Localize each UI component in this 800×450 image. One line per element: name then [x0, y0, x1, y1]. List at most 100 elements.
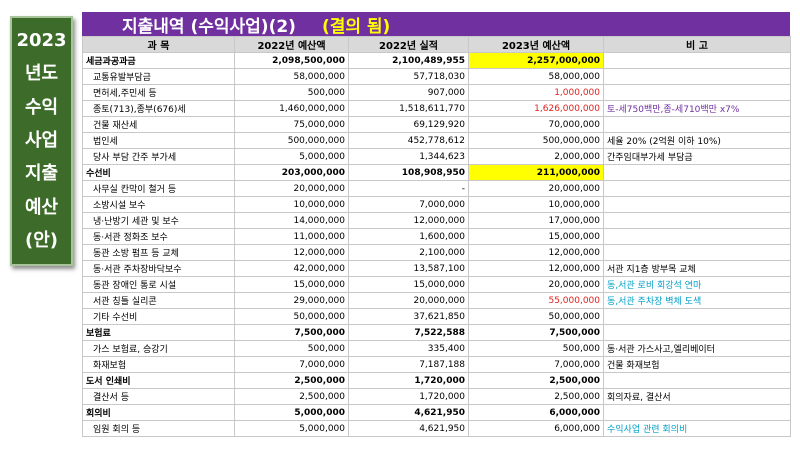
table-row: 동관 장애인 통로 시설 15,000,000 15,000,000 20,000,0…: [82, 276, 791, 293]
cell-account: 회의비: [82, 404, 235, 421]
table-row: 동·서관 정화조 보수 11,000,000 1,600,000 15,000,000: [82, 228, 791, 245]
cell-remarks: 간주임대부가세 부담금: [603, 148, 791, 165]
cell-budget-2022: 42,000,000: [234, 260, 349, 277]
cell-budget-2023: 17,000,000: [468, 212, 604, 229]
cell-actual-2022: 4,621,950: [348, 420, 469, 437]
cell-budget-2023: 15,000,000: [468, 228, 604, 245]
cell-budget-2023: 500,000: [468, 340, 604, 357]
table-row: 냉·난방기 세관 및 보수 14,000,000 12,000,000 17,000,…: [82, 212, 791, 229]
cell-budget-2023: 50,000,000: [468, 308, 604, 325]
cell-remarks: [603, 372, 791, 389]
column-header-actual-2022: 2022년 실적: [348, 36, 469, 53]
cell-budget-2022: 29,000,000: [234, 292, 349, 309]
cell-remarks: 동,서관 로비 회강석 연마: [603, 276, 791, 293]
table-row: 면허세,주민세 등 500,000 907,000 1,000,000: [82, 84, 791, 101]
table-row: 당사 부담 간주 부가세 5,000,000 1,344,623 2,000,000 간…: [82, 148, 791, 165]
cell-actual-2022: 335,400: [348, 340, 469, 357]
cell-remarks: [603, 324, 791, 341]
cell-budget-2023: 12,000,000: [468, 244, 604, 261]
table-row: 동·서관 주차장바닥보수 42,000,000 13,587,100 12,000,0…: [82, 260, 791, 277]
table-row: 가스 보험료, 승강기 500,000 335,400 500,000 동·서관 가스사…: [82, 340, 791, 357]
cell-account: 종토(713),종부(676)세: [82, 100, 235, 117]
cell-budget-2023: 20,000,000: [468, 276, 604, 293]
cell-budget-2023: 20,000,000: [468, 180, 604, 197]
cell-remarks: 회의자료, 결산서: [603, 388, 791, 405]
cell-account: 보험료: [82, 324, 235, 341]
cell-account: 냉·난방기 세관 및 보수: [82, 212, 235, 229]
approval-status: (결의 됨): [321, 16, 391, 37]
cell-budget-2022: 5,000,000: [234, 404, 349, 421]
cell-account: 법인세: [82, 132, 235, 149]
cell-budget-2023: 2,257,000,000: [468, 52, 604, 69]
cell-budget-2022: 11,000,000: [234, 228, 349, 245]
cell-budget-2023: 7,500,000: [468, 324, 604, 341]
side-title-line: 년도: [24, 63, 59, 85]
cell-account: 교통유발부담금: [82, 68, 235, 85]
cell-remarks: [603, 308, 791, 325]
page-title: 지출내역 (수익사업)(2): [122, 16, 296, 37]
side-title-line: 지출: [24, 163, 59, 185]
cell-budget-2022: 1,460,000,000: [234, 100, 349, 117]
cell-budget-2023: 70,000,000: [468, 116, 604, 133]
cell-budget-2023: 2,500,000: [468, 372, 604, 389]
cell-budget-2023: 2,000,000: [468, 148, 604, 165]
cell-actual-2022: 57,718,030: [348, 68, 469, 85]
side-title-line: (안): [24, 230, 58, 252]
table-row: 기타 수선비 50,000,000 37,621,850 50,000,000: [82, 308, 791, 325]
cell-budget-2022: 20,000,000: [234, 180, 349, 197]
cell-account: 소방시설 보수: [82, 196, 235, 213]
cell-remarks: [603, 196, 791, 213]
table-row-category: 보험료 7,500,000 7,522,588 7,500,000: [82, 324, 791, 341]
cell-budget-2023: 12,000,000: [468, 260, 604, 277]
table-row-category: 세금과공과금 2,098,500,000 2,100,489,955 2,257,00…: [82, 52, 791, 69]
cell-actual-2022: -: [348, 180, 469, 197]
cell-actual-2022: 20,000,000: [348, 292, 469, 309]
cell-account: 건물 재산세: [82, 116, 235, 133]
table-row: 임원 회의 등 5,000,000 4,621,950 6,000,000 수익사업 관…: [82, 420, 791, 437]
cell-remarks: 건물 화재보험: [603, 356, 791, 373]
cell-budget-2022: 14,000,000: [234, 212, 349, 229]
cell-remarks: [603, 164, 791, 181]
cell-account: 동관 장애인 통로 시설: [82, 276, 235, 293]
title-bar: 지출내역 (수익사업)(2) (결의 됨): [82, 12, 790, 37]
cell-remarks: 동·서관 가스사고,엘리베이터: [603, 340, 791, 357]
table-row: 건물 재산세 75,000,000 69,129,920 70,000,000: [82, 116, 791, 133]
table-row: 교통유발부담금 58,000,000 57,718,030 58,000,000: [82, 68, 791, 85]
table-row-category: 회의비 5,000,000 4,621,950 6,000,000: [82, 404, 791, 421]
cell-budget-2022: 15,000,000: [234, 276, 349, 293]
cell-budget-2022: 2,500,000: [234, 372, 349, 389]
cell-remarks: [603, 84, 791, 101]
table-row: 소방시설 보수 10,000,000 7,000,000 10,000,000: [82, 196, 791, 213]
cell-budget-2022: 2,500,000: [234, 388, 349, 405]
cell-budget-2023: 211,000,000: [468, 164, 604, 181]
cell-actual-2022: 452,778,612: [348, 132, 469, 149]
cell-account: 당사 부담 간주 부가세: [82, 148, 235, 165]
cell-remarks: 수익사업 관련 회의비: [603, 420, 791, 437]
cell-actual-2022: 1,518,611,770: [348, 100, 469, 117]
side-title-line: 2023: [16, 29, 67, 51]
side-title-line: 예산: [24, 196, 59, 218]
cell-actual-2022: 13,587,100: [348, 260, 469, 277]
cell-budget-2023: 2,500,000: [468, 388, 604, 405]
table-body: 세금과공과금 2,098,500,000 2,100,489,955 2,257,00…: [82, 52, 791, 437]
cell-remarks: 동,서관 주차장 벽체 도색: [603, 292, 791, 309]
table-row: 화재보험 7,000,000 7,187,188 7,000,000 건물 화재보험: [82, 356, 791, 373]
cell-account: 동관 소방 펌프 등 교체: [82, 244, 235, 261]
cell-remarks: [603, 404, 791, 421]
cell-budget-2023: 58,000,000: [468, 68, 604, 85]
cell-remarks: [603, 52, 791, 69]
cell-budget-2022: 203,000,000: [234, 164, 349, 181]
cell-account: 서관 칭틀 실리콘: [82, 292, 235, 309]
cell-budget-2022: 500,000: [234, 340, 349, 357]
table-row-category: 수선비 203,000,000 108,908,950 211,000,000: [82, 164, 791, 181]
cell-actual-2022: 7,187,188: [348, 356, 469, 373]
cell-actual-2022: 12,000,000: [348, 212, 469, 229]
cell-actual-2022: 1,344,623: [348, 148, 469, 165]
cell-actual-2022: 37,621,850: [348, 308, 469, 325]
table-row-category: 도서 인쇄비 2,500,000 1,720,000 2,500,000: [82, 372, 791, 389]
table-header-row: 과 목 2022년 예산액 2022년 실적 2023년 예산액 비 고: [82, 36, 791, 53]
cell-budget-2022: 58,000,000: [234, 68, 349, 85]
cell-actual-2022: 1,720,000: [348, 388, 469, 405]
column-header-budget-2023: 2023년 예산액: [468, 36, 604, 53]
cell-budget-2023: 10,000,000: [468, 196, 604, 213]
